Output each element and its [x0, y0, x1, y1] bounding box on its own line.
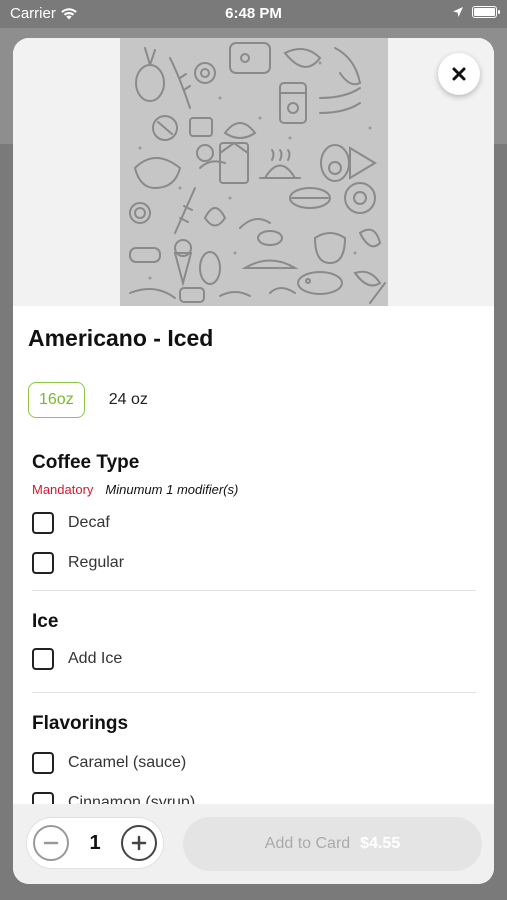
minimum-note: Minumum 1 modifier(s) [105, 482, 239, 497]
decrease-quantity-button[interactable] [33, 825, 69, 861]
option-caramel-sauce[interactable]: Caramel (sauce) [32, 743, 476, 783]
section-requirements: Mandatory Minumum 1 modifier(s) [32, 482, 476, 497]
option-add-ice[interactable]: Add Ice [32, 639, 476, 679]
size-option-24oz[interactable]: 24 oz [99, 382, 158, 418]
modifier-group-coffee-type: Coffee Type Mandatory Minumum 1 modifier… [32, 452, 476, 583]
add-to-cart-button[interactable]: Add to Card $4.55 [183, 817, 482, 871]
section-title: Ice [32, 611, 59, 632]
section-title: Flavorings [32, 713, 129, 734]
add-button-label: Add to Card [264, 835, 351, 852]
increase-quantity-button[interactable] [121, 825, 157, 861]
bottom-area [0, 884, 507, 900]
option-label: Regular [68, 554, 125, 571]
product-modal: Americano - Iced 16oz 24 oz Coffee Type … [13, 38, 494, 884]
add-button-price: $4.55 [360, 835, 401, 852]
mandatory-label: Mandatory [32, 482, 94, 497]
modifier-group-ice: Ice Add Ice [32, 611, 476, 679]
option-label: Caramel (sauce) [68, 754, 187, 771]
quantity-stepper: 1 [26, 817, 164, 869]
product-title: Americano - Iced [28, 325, 214, 351]
divider [32, 590, 476, 591]
food-doodle-pattern [129, 42, 386, 304]
order-footer: 1 Add to Card $4.55 [13, 804, 494, 884]
minus-icon [43, 841, 59, 845]
section-title: Coffee Type [32, 452, 140, 473]
option-decaf[interactable]: Decaf [32, 503, 476, 543]
battery-full-icon [472, 6, 500, 18]
quantity-value: 1 [89, 831, 101, 854]
size-option-16oz[interactable]: 16oz [28, 382, 85, 418]
checkbox[interactable] [32, 512, 54, 534]
option-regular[interactable]: Regular [32, 543, 476, 583]
clock: 6:48 PM [225, 5, 282, 22]
product-image [120, 38, 388, 306]
status-indicators [452, 6, 500, 18]
status-bar: Carrier 6:48 PM [0, 0, 507, 28]
product-image-area [13, 38, 494, 306]
checkbox[interactable] [32, 648, 54, 670]
plus-icon [131, 835, 147, 851]
close-icon [452, 67, 466, 81]
option-label: Decaf [68, 514, 110, 531]
location-arrow-icon [453, 7, 463, 17]
divider [32, 692, 476, 693]
option-label: Add Ice [68, 650, 123, 667]
checkbox[interactable] [32, 552, 54, 574]
size-selector: 16oz 24 oz [28, 382, 158, 418]
checkbox[interactable] [32, 752, 54, 774]
close-button[interactable] [438, 53, 480, 95]
